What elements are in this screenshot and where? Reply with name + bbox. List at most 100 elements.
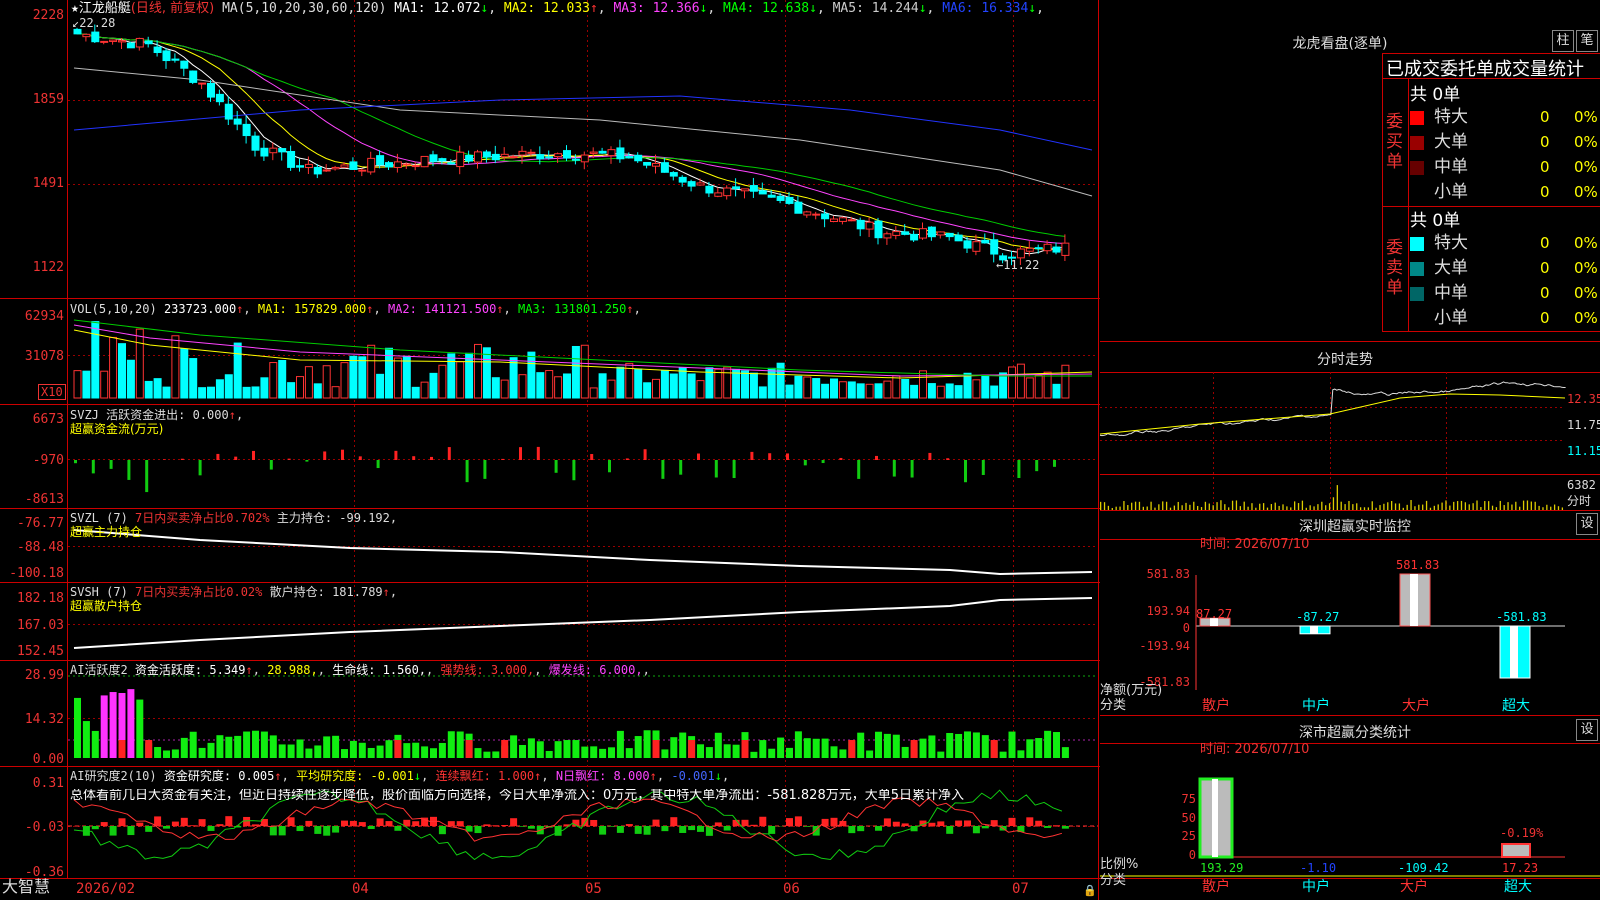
ma-line [76,33,1065,244]
ai-active-bar [234,735,242,758]
intraday-volume-bar [1557,506,1560,510]
volume-bar [126,359,135,399]
volume-bar [456,361,465,399]
intraday-volume-bar [1425,500,1428,510]
ai-research-bar [180,817,188,826]
ai-active-bar [358,742,366,758]
fund-flow-bar [287,458,291,460]
fund-flow-bar [679,460,683,475]
fund-flow-bar [465,460,469,483]
period-label[interactable]: (日线, 前复权) [131,1,214,16]
stock-name[interactable]: 江龙船艇 [79,1,131,16]
lock-icon[interactable]: 🔒 [1083,884,1097,898]
ai-active-bar [910,740,918,758]
candle-body [927,226,936,238]
candle-body [1061,242,1070,256]
ai-research-bar [1035,820,1043,826]
fund-flow-bar [269,460,273,470]
ai-active-bar [723,744,731,758]
intraday-price-line [1099,381,1566,437]
volume-bar [883,380,892,399]
intraday-volume-bar [1561,507,1564,510]
monitor-settings-button[interactable]: 设 [1576,513,1598,535]
stats-unit-label: 比例% [1100,857,1139,872]
fund-flow-bar [305,460,309,462]
ai-active-bar [688,740,696,758]
ai-active-bar [892,734,900,758]
volume-bar [660,369,669,399]
volume-bar [767,367,776,399]
high-price-marker: ↙22.28 [72,16,116,30]
candle-body [865,221,874,230]
svzl-axis-label: -76.77 [17,516,64,531]
svzl-axis-label: -100.18 [9,566,64,581]
ai-research-bar [447,821,455,826]
candle-body [207,82,215,98]
volume-bar [723,366,732,399]
candle-body [856,219,865,230]
ai-active-bar [180,737,188,758]
volume-bar [794,375,803,399]
intraday-volume-bar [1468,504,1470,510]
intraday-axis-label: 11.15 [1567,444,1600,458]
candle-body [678,176,687,183]
monitor-category-label: 分类 [1100,698,1127,713]
brand-logo[interactable]: 大智慧 [2,879,50,895]
ai-active-bar [875,731,882,758]
order-count: 0 [1540,309,1550,327]
tick-mode-button[interactable]: 笔 [1576,30,1598,52]
stats-settings-button[interactable]: 设 [1576,719,1598,741]
order-color-swatch [1410,262,1424,276]
stats-category: 超大 [1504,879,1532,895]
ai-research-bar [438,826,446,835]
ai-research-bar [643,826,651,835]
order-count: 0 [1540,158,1550,176]
intraday-volume-bar [1317,504,1319,510]
order-type-label: 特大 [1434,107,1468,127]
volume-bar [118,343,126,399]
candle-body [892,231,901,236]
fund-flow-bar [946,458,950,460]
volume-bar [322,365,331,399]
volume-bar [812,378,821,399]
intraday-volume-bar [1165,501,1168,510]
ai-active-bar [74,697,81,758]
ai-active-bar [599,748,607,758]
ai-research-bar [1044,826,1052,828]
price-axis-label: 1491 [32,176,64,191]
volume-bar [1016,363,1025,399]
intraday-volume-bar [1259,503,1261,510]
sell-total: 共 0单 [1410,211,1461,231]
candle-body [251,135,260,151]
volume-bar [714,368,723,399]
bar-mode-button[interactable]: 柱 [1552,30,1574,52]
time-axis-label: 2026/02 [76,881,136,897]
monitor-axis-label: -193.94 [1139,639,1190,653]
intraday-axis-label: 12.35 [1567,392,1600,406]
volume-bar [580,344,589,399]
volume-bar [536,372,545,399]
fund-flow-bar [501,458,505,460]
ai-research-bar [216,824,224,826]
ai-research-bar [198,819,206,826]
ai-active-bar [367,747,375,758]
candle-body [198,82,207,85]
volume-bar [482,347,491,399]
candle-body [652,162,660,167]
order-type-label: 大单 [1434,258,1468,278]
order-type-label: 小单 [1434,308,1468,328]
svzj-axis-label: -970 [32,453,64,468]
legend-arrow: ↑ [626,302,634,316]
chart-canvas[interactable] [0,0,1600,900]
volume-bar [1025,377,1034,399]
order-count: 0 [1540,234,1550,252]
intraday-volume-bar [1305,507,1307,510]
favorite-star-icon[interactable]: ★ [71,1,79,16]
ma-line [76,33,1065,251]
candle-body [144,40,153,45]
candle-body [1043,243,1052,252]
ai-active-bar [216,735,224,758]
candle-body [758,190,767,195]
order-row: 中单 0 0% [1410,155,1600,179]
ai-active-bar [554,741,562,758]
